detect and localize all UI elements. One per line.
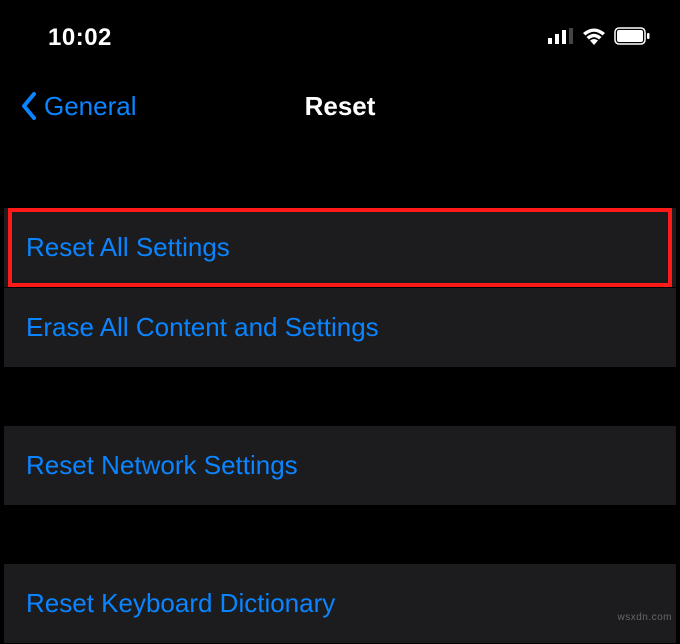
reset-keyboard-dictionary-item[interactable]: Reset Keyboard Dictionary [4, 564, 676, 644]
reset-group-1: Reset All Settings Erase All Content and… [4, 208, 676, 368]
spacer [4, 368, 676, 426]
status-bar: 10:02 [4, 4, 676, 64]
status-time: 10:02 [48, 24, 112, 52]
back-label: General [44, 91, 137, 122]
reset-network-settings-item[interactable]: Reset Network Settings [4, 426, 676, 506]
reset-group-3: Reset Keyboard Dictionary [4, 564, 676, 644]
wifi-icon [582, 27, 606, 50]
watermark: wsxdn.com [617, 612, 672, 623]
reset-all-settings-item[interactable]: Reset All Settings [4, 208, 676, 288]
list-item-label: Reset Keyboard Dictionary [26, 588, 335, 618]
nav-header: General Reset [4, 64, 676, 154]
chevron-left-icon [20, 92, 38, 120]
status-icons [548, 27, 650, 50]
battery-icon [614, 27, 650, 50]
list-item-label: Erase All Content and Settings [26, 312, 379, 342]
erase-all-content-item[interactable]: Erase All Content and Settings [4, 288, 676, 368]
page-title: Reset [305, 91, 376, 122]
spacer [4, 506, 676, 564]
back-button[interactable]: General [20, 91, 137, 122]
cellular-signal-icon [548, 28, 574, 49]
reset-group-2: Reset Network Settings [4, 426, 676, 506]
list-item-label: Reset All Settings [26, 232, 230, 262]
spacer [4, 154, 676, 208]
list-item-label: Reset Network Settings [26, 450, 298, 480]
